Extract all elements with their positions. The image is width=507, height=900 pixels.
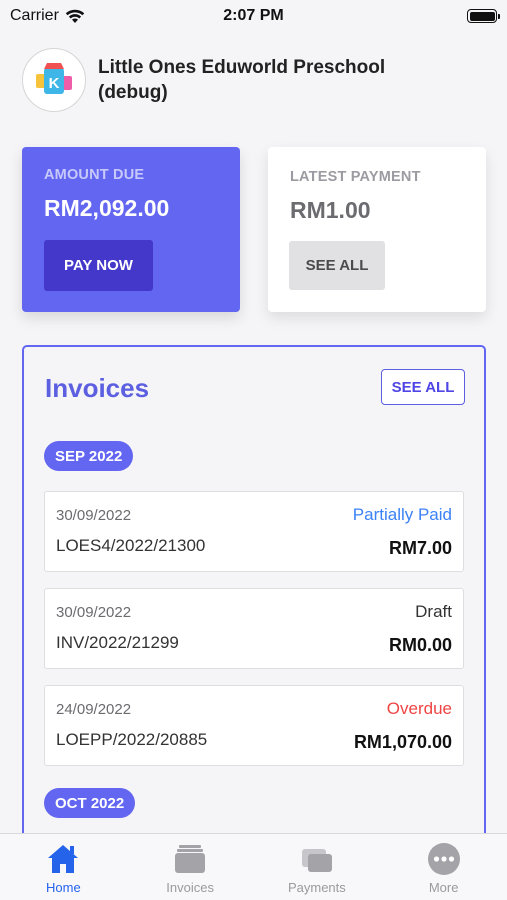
invoices-icon [173,842,207,876]
tab-home-label: Home [46,880,81,895]
invoice-amount: RM0.00 [388,635,452,655]
invoice-amount: RM7.00 [388,538,452,558]
invoice-number: LOEPP/2022/20885 [56,730,208,749]
tab-payments[interactable]: Payments [254,834,381,900]
latest-payment-card: LATEST PAYMENT RM1.00 SEE ALL [268,147,486,312]
pay-now-button[interactable]: PAY NOW [44,240,153,291]
month-label: OCT 2022 [44,788,136,818]
invoice-date: 24/09/2022 [56,701,132,718]
latest-payment-value: RM1.00 [290,197,371,223]
invoice-card[interactable]: 30/09/2022 Partially Paid LOES4/2022/213… [44,491,464,572]
battery-icon [467,9,500,23]
payments-icon [300,842,334,876]
amount-due-value: RM2,092.00 [44,195,170,221]
invoices-title: Invoices [45,373,150,403]
tab-bar: Home Invoices Payments More [0,833,507,900]
payments-see-all-button[interactable]: SEE ALL [289,241,385,290]
invoices-panel: Invoices SEE ALL SEP 2022 30/09/2022 Par… [22,345,486,865]
invoice-number: INV/2022/21299 [56,633,179,652]
status-left: Carrier [10,7,85,25]
invoices-see-all-button[interactable]: SEE ALL [381,369,465,405]
invoice-number: LOES4/2022/21300 [56,536,206,555]
month-label: SEP 2022 [44,441,134,471]
invoice-status: Partially Paid [352,505,452,524]
invoice-card[interactable]: 30/09/2022 Draft INV/2022/21299 RM0.00 [44,588,464,669]
svg-text:K: K [49,75,60,92]
invoice-date: 30/09/2022 [56,507,132,524]
tab-home[interactable]: Home [0,834,127,900]
tab-payments-label: Payments [287,880,346,895]
status-bar: Carrier 2:07 PM [0,0,507,32]
invoice-card[interactable]: 24/09/2022 Overdue LOEPP/2022/20885 RM1,… [44,685,464,766]
invoice-status: Overdue [386,699,452,718]
latest-payment-label: LATEST PAYMENT [290,169,421,185]
tab-more-label: More [428,880,459,895]
amount-due-card: AMOUNT DUE RM2,092.00 PAY NOW [22,147,240,312]
more-icon [427,842,461,876]
school-name: Little Ones Eduworld Preschool (debug) [98,57,386,103]
invoice-status: Draft [415,602,452,621]
tab-invoices[interactable]: Invoices [127,834,254,900]
school-header: K Little Ones Eduworld Preschool (debug) [22,48,418,112]
wifi-icon [65,9,85,23]
invoice-date: 30/09/2022 [56,604,132,621]
tab-invoices-label: Invoices [166,880,214,895]
carrier-label: Carrier [10,7,59,24]
amount-due-label: AMOUNT DUE [44,167,145,183]
school-logo-icon: K [22,48,86,112]
home-icon [46,842,80,876]
tab-more[interactable]: More [380,834,507,900]
invoice-amount: RM1,070.00 [353,732,452,752]
